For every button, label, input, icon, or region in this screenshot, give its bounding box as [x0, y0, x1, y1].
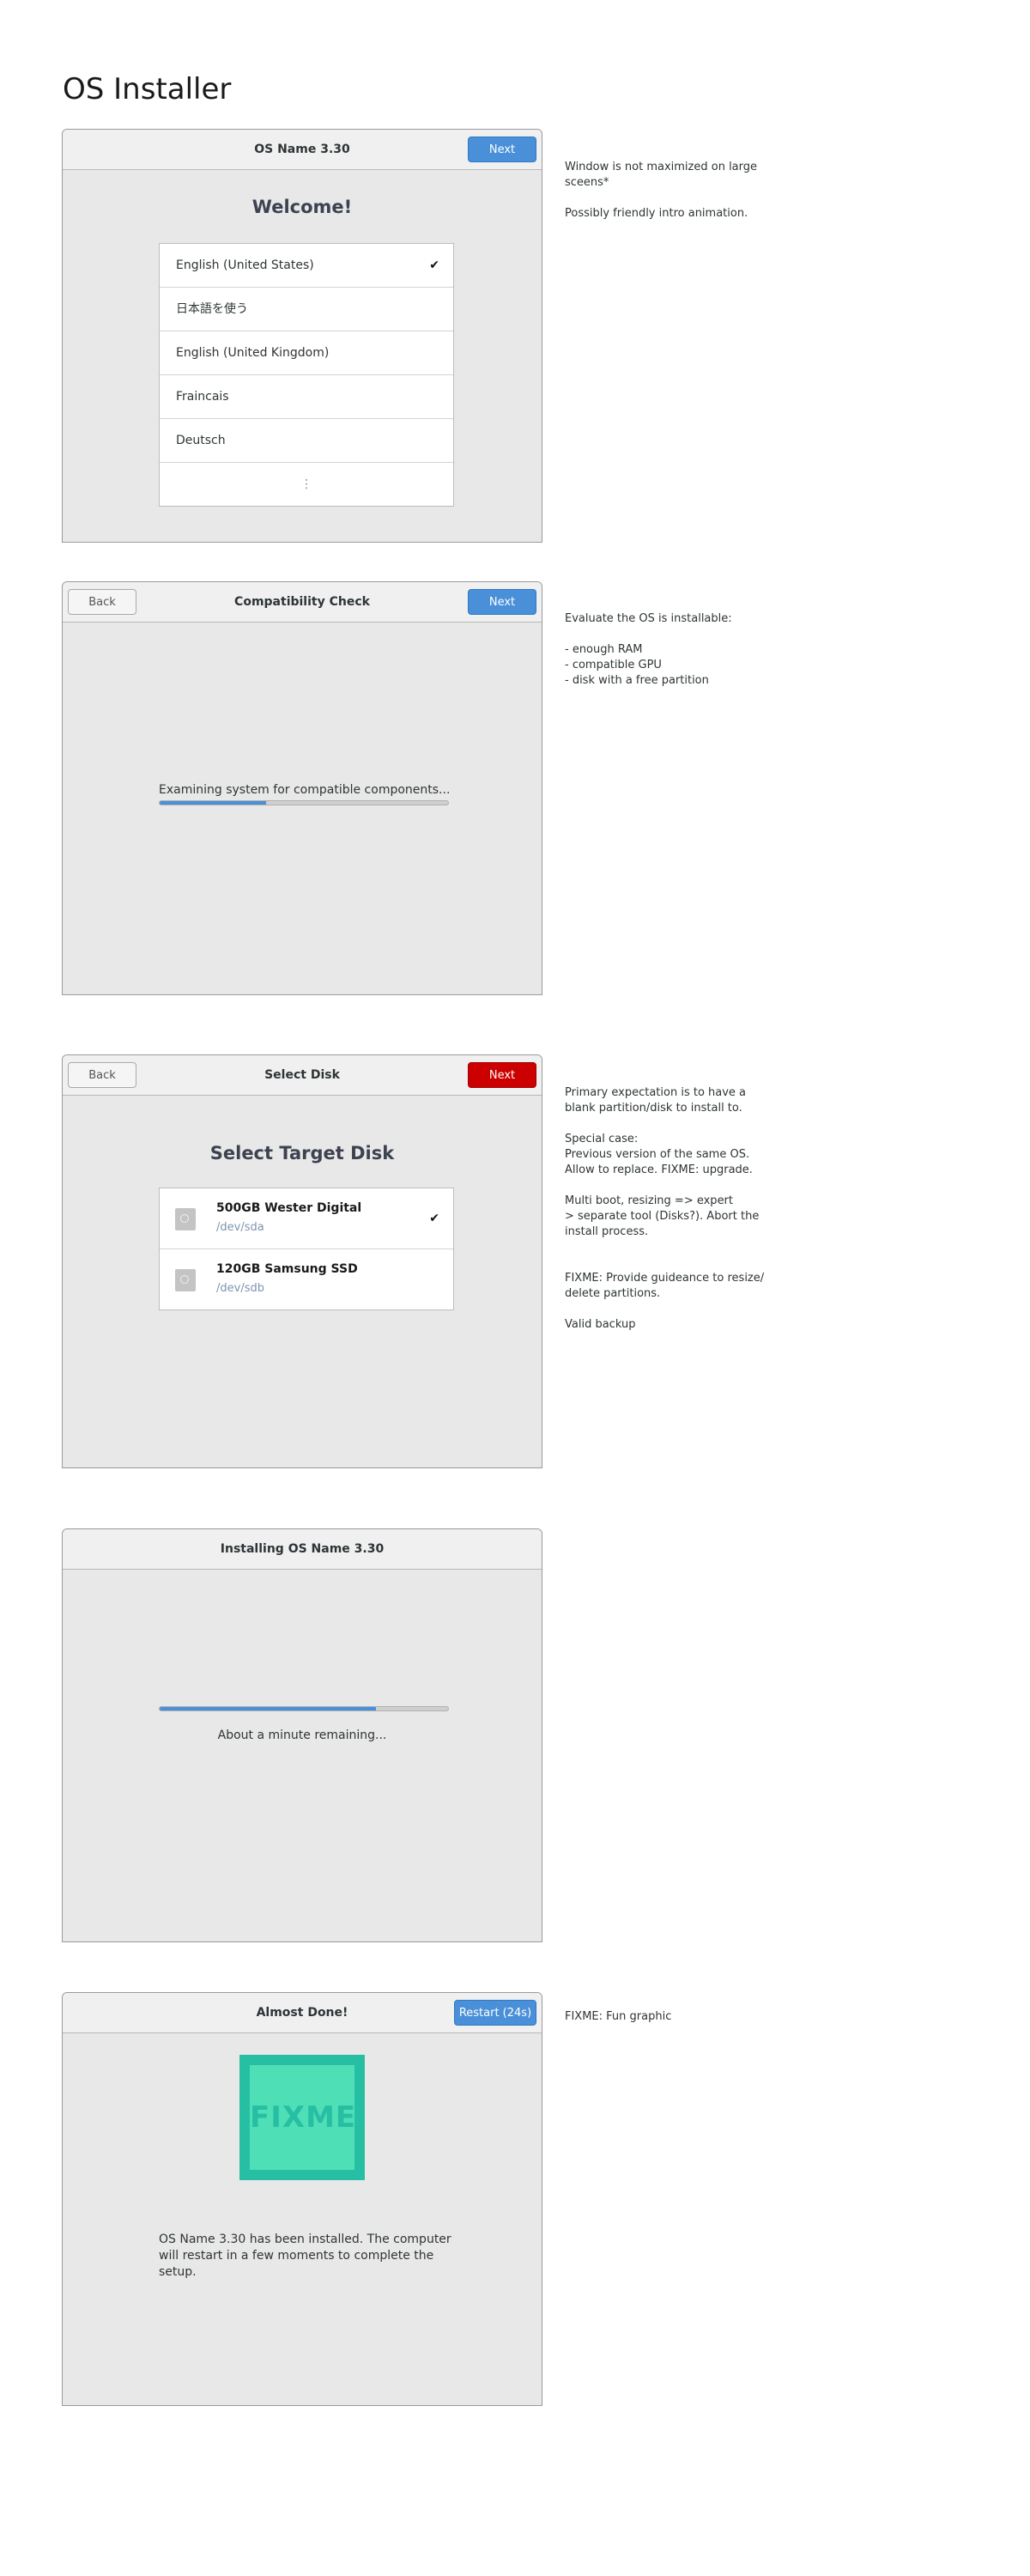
language-item[interactable]: English (United States) ✔ [160, 244, 453, 288]
header-bar: OS Name 3.30 Next [63, 130, 542, 170]
language-label: 日本語を使う [176, 302, 248, 316]
restart-button[interactable]: Restart (24s) [454, 2000, 536, 2026]
next-button[interactable]: Next [468, 1062, 536, 1088]
next-button[interactable]: Next [468, 137, 536, 162]
install-progress-fill [160, 1707, 376, 1710]
header-bar: Back Select Disk Next [63, 1055, 542, 1096]
compat-status: Examining system for compatible componen… [159, 783, 451, 797]
done-note: FIXME: Fun graphic [565, 2010, 672, 2023]
disk-path: /dev/sda [216, 1221, 264, 1234]
disk-item[interactable]: 120GB Samsung SSD /dev/sdb [160, 1249, 453, 1309]
disk-list: 500GB Wester Digital /dev/sda ✔ 120GB Sa… [159, 1188, 454, 1310]
checkmark-icon: ✔ [429, 258, 439, 272]
language-item[interactable]: Fraincais [160, 375, 453, 419]
install-window: Installing OS Name 3.30 About a minute r… [62, 1528, 542, 1942]
disk-path: /dev/sdb [216, 1282, 264, 1295]
welcome-note: Window is not maximized on large sceens*… [565, 161, 758, 220]
language-item[interactable]: Deutsch [160, 419, 453, 463]
compat-progress-fill [160, 801, 267, 805]
next-button[interactable]: Next [468, 589, 536, 615]
disk-note: Primary expectation is to have a blank p… [565, 1086, 765, 1331]
language-label: English (United States) [176, 258, 314, 272]
disk-window: Back Select Disk Next Select Target Disk… [62, 1054, 542, 1468]
disk-name: 500GB Wester Digital [216, 1201, 362, 1215]
disk-name: 120GB Samsung SSD [216, 1262, 358, 1276]
fun-graphic-label: FIXME [250, 2065, 354, 2170]
header-bar: Installing OS Name 3.30 [63, 1529, 542, 1570]
install-progress-bar [159, 1706, 449, 1711]
more-icon: ⋮ [300, 477, 312, 491]
harddisk-icon [175, 1208, 196, 1230]
done-message: OS Name 3.30 has been installed. The com… [159, 2233, 451, 2279]
welcome-heading: Welcome! [251, 197, 353, 217]
language-item[interactable]: English (United Kingdom) [160, 331, 453, 375]
header-bar: Back Compatibility Check Next [63, 582, 542, 623]
language-label: English (United Kingdom) [176, 346, 330, 360]
header-bar: Almost Done! Restart (24s) [63, 1993, 542, 2033]
compat-window: Back Compatibility Check Next Examining … [62, 581, 542, 995]
disk-item[interactable]: 500GB Wester Digital /dev/sda ✔ [160, 1188, 453, 1249]
checkmark-icon: ✔ [429, 1212, 439, 1225]
language-list: English (United States) ✔ 日本語を使う English… [159, 243, 454, 507]
more-languages-button[interactable]: ⋮ [160, 463, 453, 506]
language-label: Fraincais [176, 390, 229, 404]
compat-note: Evaluate the OS is installable: - enough… [565, 612, 732, 687]
welcome-window: OS Name 3.30 Next Welcome! English (Unit… [62, 129, 542, 543]
compat-progress-bar [159, 800, 449, 805]
select-disk-heading: Select Target Disk [209, 1143, 395, 1163]
language-item[interactable]: 日本語を使う [160, 288, 453, 331]
done-window: Almost Done! Restart (24s) FIXME OS Name… [62, 1992, 542, 2406]
fun-graphic: FIXME [239, 2055, 365, 2180]
header-title: Installing OS Name 3.30 [220, 1542, 385, 1556]
page-title: OS Installer [63, 72, 232, 106]
install-status: About a minute remaining... [217, 1728, 387, 1742]
language-label: Deutsch [176, 434, 226, 447]
harddisk-icon [175, 1269, 196, 1291]
